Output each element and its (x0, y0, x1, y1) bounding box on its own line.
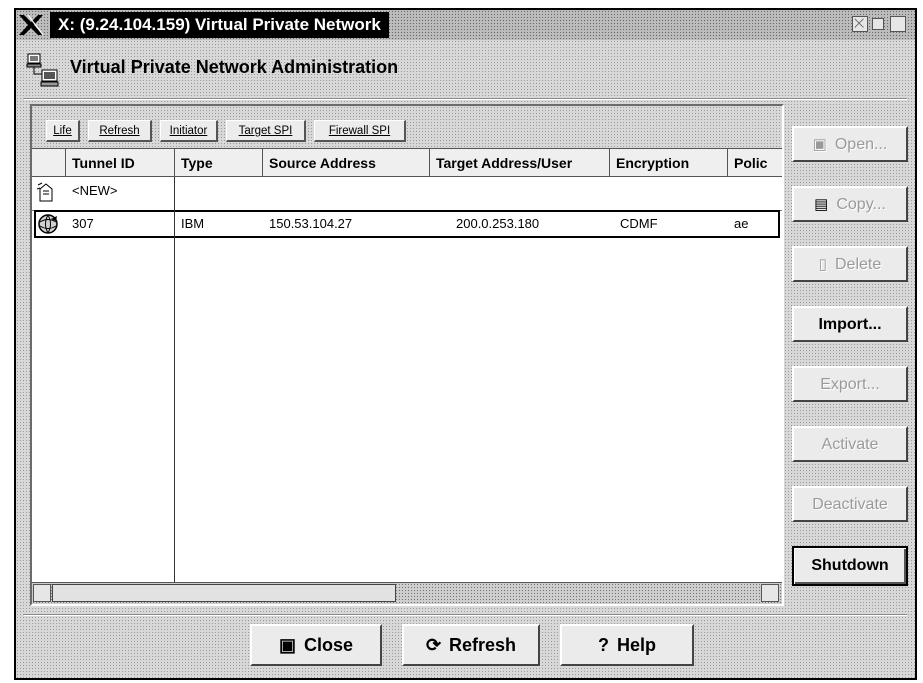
x-logo-icon[interactable] (16, 12, 46, 38)
network-admin-icon (26, 53, 59, 87)
column-header-encryption[interactable]: Encryption (610, 149, 728, 177)
footer-separator (24, 614, 907, 616)
maximize-button[interactable] (890, 16, 906, 32)
cell-type: IBM (181, 216, 205, 231)
title-bar[interactable]: X: (9.24.104.159) Virtual Private Networ… (16, 10, 915, 40)
copy-icon: ▤ (814, 196, 829, 213)
iconify-icon (854, 18, 864, 28)
export-label: Export... (820, 376, 880, 393)
import-button[interactable]: Import... (792, 306, 908, 342)
tunnel-table[interactable]: Tunnel ID Type Source Address Target Add… (32, 148, 782, 582)
column-header-source-address[interactable]: Source Address (263, 149, 430, 177)
tab-initiator-label: Initiator (169, 125, 208, 137)
shutdown-button[interactable]: Shutdown (792, 546, 908, 586)
copy-button[interactable]: ▤ Copy... (792, 186, 908, 222)
cell-tunnel-id: 307 (72, 216, 94, 231)
cell-source-address: 150.53.104.27 (269, 216, 353, 231)
tab-target-spi[interactable]: Target SPI (226, 120, 306, 142)
tab-firewall-spi-label: Firewall SPI (328, 125, 391, 137)
column-header-type[interactable]: Type (175, 149, 263, 177)
delete-icon: ▯ (818, 256, 827, 273)
delete-button[interactable]: ▯ Delete (792, 246, 908, 282)
activate-button[interactable]: Activate (792, 426, 908, 462)
import-label: Import... (818, 316, 882, 333)
export-button[interactable]: Export... (792, 366, 908, 402)
refresh-icon: ⟳ (425, 635, 442, 655)
tab-firewall-spi[interactable]: Firewall SPI (314, 120, 406, 142)
column-header-target-address[interactable]: Target Address/User (430, 149, 610, 177)
header-separator (24, 98, 907, 100)
refresh-button[interactable]: ⟳ Refresh (402, 624, 540, 666)
deactivate-button[interactable]: Deactivate (792, 486, 908, 522)
tab-initiator[interactable]: Initiator (160, 120, 218, 142)
help-icon: ? (597, 635, 609, 655)
horizontal-scrollbar[interactable] (32, 582, 782, 604)
activate-label: Activate (821, 436, 879, 453)
tab-refresh[interactable]: Refresh (88, 120, 152, 142)
delete-label: Delete (835, 256, 882, 273)
refresh-label: Refresh (449, 635, 517, 655)
tab-life[interactable]: Life (46, 120, 80, 142)
tab-life-label: Life (53, 125, 72, 137)
new-tunnel-icon (36, 182, 53, 202)
scroll-left-button[interactable] (33, 584, 51, 602)
close-button[interactable]: ▣ Close (250, 624, 382, 666)
tab-target-spi-label: Target SPI (238, 125, 293, 137)
table-row-selected[interactable] (34, 210, 780, 238)
column-header-tunnel-id[interactable]: Tunnel ID (66, 149, 175, 177)
close-label: Close (303, 635, 354, 655)
vpn-window: X: (9.24.104.159) Virtual Private Networ… (14, 8, 917, 680)
tunnel-globe-icon (38, 214, 58, 234)
cell-tunnel-id: <NEW> (72, 183, 118, 198)
scroll-thumb[interactable] (52, 584, 396, 602)
copy-label: Copy... (836, 196, 886, 213)
frozen-column-divider (174, 177, 175, 582)
shutdown-label: Shutdown (811, 557, 889, 574)
app-title: Virtual Private Network Administration (70, 57, 399, 77)
open-label: Open... (834, 136, 888, 153)
help-label: Help (616, 635, 656, 655)
tunnel-table-panel: Life Refresh Initiator Target SPI Firewa… (30, 104, 784, 606)
minimize-button[interactable] (872, 18, 884, 30)
column-header-policy[interactable]: Polic (728, 149, 782, 177)
column-header-icon[interactable] (32, 149, 66, 177)
deactivate-label: Deactivate (812, 496, 888, 513)
iconify-button[interactable] (852, 16, 868, 32)
open-icon: ▣ (812, 136, 827, 153)
open-button[interactable]: ▣ Open... (792, 126, 908, 162)
cell-encryption: CDMF (620, 216, 658, 231)
window-title: X: (9.24.104.159) Virtual Private Networ… (50, 12, 389, 38)
cell-policy: ae (734, 216, 749, 231)
cell-target-address: 200.0.253.180 (456, 216, 540, 231)
close-icon: ▣ (278, 635, 296, 655)
help-button[interactable]: ? Help (560, 624, 694, 666)
scroll-right-button[interactable] (761, 584, 779, 602)
tab-refresh-label: Refresh (99, 125, 140, 137)
